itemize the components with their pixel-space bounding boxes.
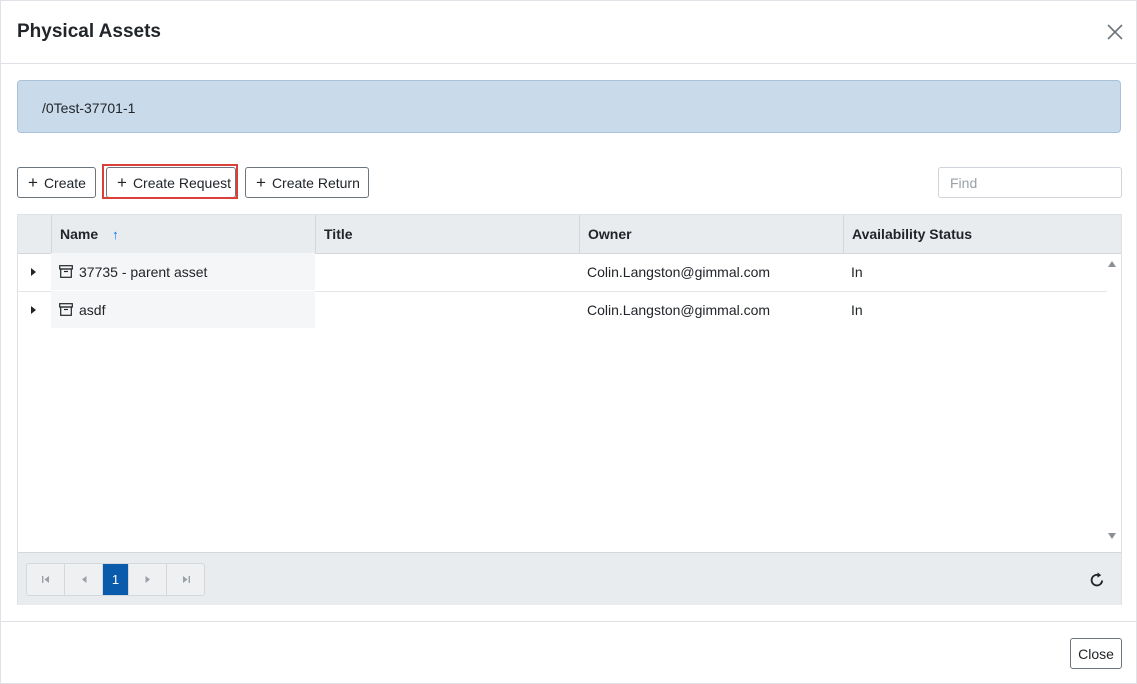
table-row[interactable]: asdf Colin.Langston@gimmal.com In (18, 291, 1107, 329)
asset-name: asdf (79, 301, 106, 318)
archive-box-icon (59, 265, 73, 278)
page-1-button[interactable]: 1 (103, 564, 129, 595)
path-text: /0Test-37701-1 (42, 100, 136, 116)
pager: 1 (18, 552, 1121, 605)
asset-owner: Colin.Langston@gimmal.com (587, 263, 771, 280)
create-button-label: Create (43, 174, 86, 191)
asset-owner: Colin.Langston@gimmal.com (587, 301, 771, 318)
expand-arrow-icon[interactable] (28, 267, 38, 277)
previous-page-icon (81, 576, 86, 583)
header-availability-status[interactable]: Availability Status (843, 215, 1121, 253)
name-cell: asdf (51, 291, 315, 328)
first-page-icon (41, 576, 49, 583)
header-availability-status-label: Availability Status (852, 226, 973, 242)
first-page-button[interactable] (27, 564, 65, 595)
create-request-button-label: Create Request (132, 174, 231, 191)
previous-page-button[interactable] (65, 564, 103, 595)
assets-grid: Name ↑ Title Owner Availability Status 3… (17, 214, 1122, 605)
header-title[interactable]: Title (315, 215, 579, 253)
name-cell: 37735 - parent asset (51, 253, 315, 290)
next-page-icon (145, 576, 150, 583)
last-page-button[interactable] (167, 564, 204, 595)
header-name[interactable]: Name ↑ (51, 215, 315, 253)
next-page-button[interactable] (129, 564, 167, 595)
close-icon[interactable] (1106, 23, 1124, 41)
header-owner[interactable]: Owner (579, 215, 843, 253)
header-expander-cell (18, 215, 51, 253)
plus-icon: + (28, 173, 38, 192)
last-page-icon (182, 576, 190, 583)
pagination: 1 (26, 563, 205, 596)
header-owner-label: Owner (588, 226, 632, 242)
dialog-header: Physical Assets (1, 1, 1136, 64)
refresh-icon[interactable] (1088, 571, 1106, 589)
create-button[interactable]: + Create (17, 167, 96, 198)
path-banner: /0Test-37701-1 (17, 80, 1121, 133)
scroll-up-icon[interactable] (1107, 259, 1117, 269)
dialog-footer: Close (1, 621, 1136, 684)
header-title-label: Title (324, 226, 353, 242)
grid-header: Name ↑ Title Owner Availability Status (18, 215, 1121, 254)
plus-icon: + (117, 173, 127, 192)
sort-ascending-icon: ↑ (112, 226, 119, 242)
plus-icon: + (256, 173, 266, 192)
find-input[interactable] (938, 167, 1122, 198)
header-name-label: Name (60, 226, 99, 242)
physical-assets-dialog: Physical Assets /0Test-37701-1 + Create … (0, 0, 1137, 684)
create-request-button[interactable]: + Create Request (106, 167, 236, 198)
create-return-button[interactable]: + Create Return (245, 167, 369, 198)
asset-status: In (851, 263, 863, 280)
asset-name: 37735 - parent asset (79, 263, 208, 280)
dialog-title: Physical Assets (17, 21, 161, 42)
scroll-down-icon[interactable] (1107, 531, 1117, 541)
table-row[interactable]: 37735 - parent asset Colin.Langston@gimm… (18, 253, 1107, 292)
archive-box-icon (59, 303, 73, 316)
close-button[interactable]: Close (1070, 638, 1122, 669)
create-return-button-label: Create Return (271, 174, 360, 191)
expand-arrow-icon[interactable] (28, 305, 38, 315)
asset-status: In (851, 301, 863, 318)
